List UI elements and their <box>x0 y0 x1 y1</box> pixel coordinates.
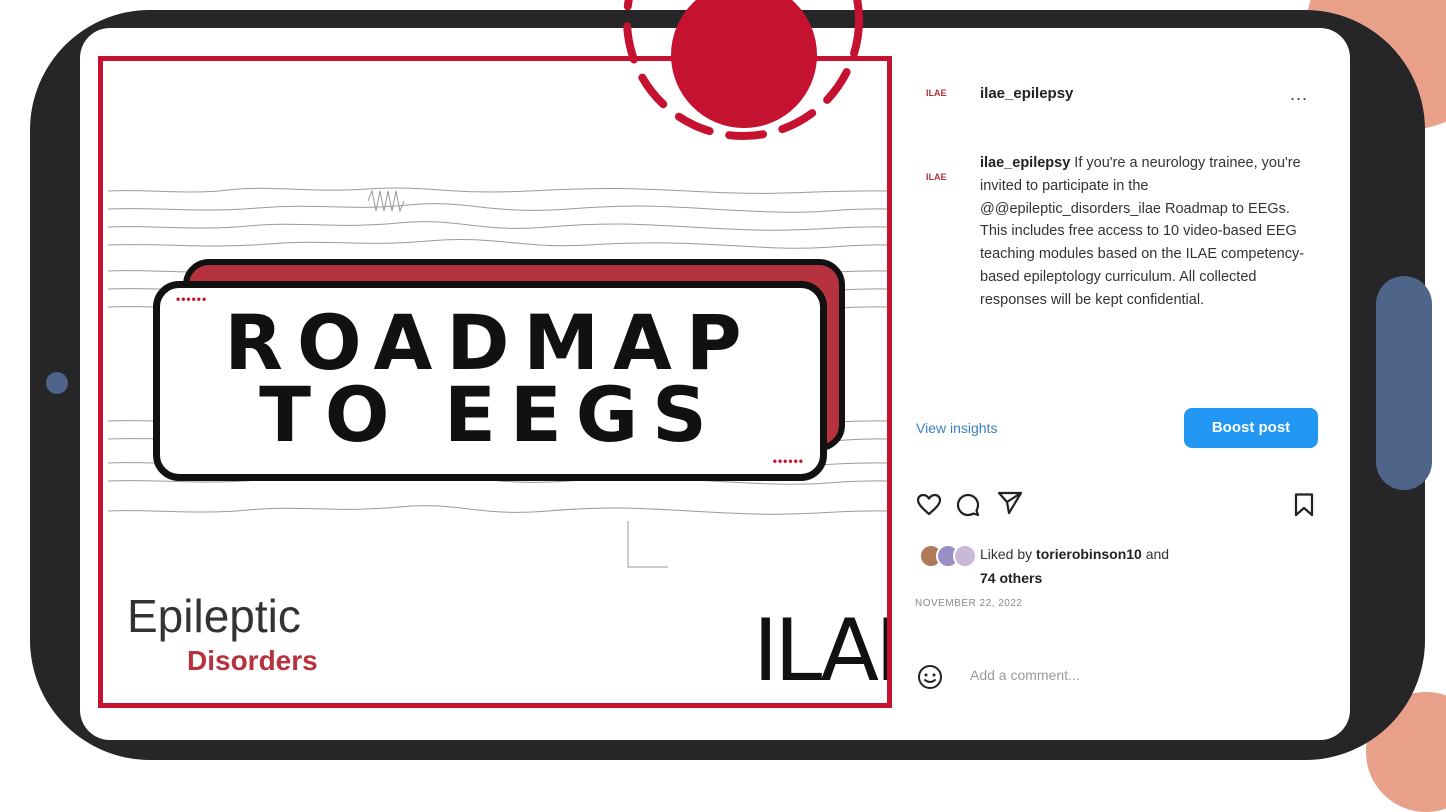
comment-input[interactable]: Add a comment... <box>970 667 1080 683</box>
caption-avatar[interactable]: ILAE <box>926 172 956 192</box>
share-icon[interactable] <box>997 490 1023 516</box>
more-options-button[interactable]: ... <box>1290 84 1308 105</box>
caption-username[interactable]: ilae_epilepsy <box>980 155 1070 171</box>
title-line-2: TO EEGS <box>259 370 721 459</box>
caption-text: If you're a neurology trainee, you're in… <box>980 155 1305 308</box>
camera-dot <box>46 372 68 394</box>
post-caption: ilae_epilepsy If you're a neurology trai… <box>980 152 1310 312</box>
disorders-logo-text: Disorders <box>187 645 318 676</box>
avatar[interactable]: ILAE <box>926 88 956 108</box>
likes-suffix: and <box>1141 546 1170 562</box>
view-insights-link[interactable]: View insights <box>916 420 997 436</box>
likes-others[interactable]: 74 others <box>980 570 1042 586</box>
likes-summary: Liked by torierobinson10 and 74 others <box>980 542 1169 590</box>
post-date: NOVEMBER 22, 2022 <box>915 598 1023 609</box>
epileptic-logo-text: Epileptic <box>127 590 301 642</box>
boost-post-button[interactable]: Boost post <box>1184 408 1318 448</box>
comment-row: Add a comment... <box>916 663 1316 691</box>
heart-icon[interactable] <box>916 492 942 518</box>
liker-avatars <box>919 544 977 568</box>
side-button <box>1376 276 1432 490</box>
likes-prefix: Liked by <box>980 546 1037 562</box>
dots-decoration-bottom: •••••• <box>772 454 804 468</box>
ilae-logo: ILAE <box>753 601 887 701</box>
title-banner: •••••• ROADMAP TO EEGS •••••• <box>153 281 827 481</box>
post-username[interactable]: ilae_epilepsy <box>980 85 1073 102</box>
emoji-icon[interactable] <box>916 663 944 691</box>
liker-username[interactable]: torierobinson10 <box>1036 546 1142 562</box>
comment-icon[interactable] <box>955 492 981 518</box>
bookmark-icon[interactable] <box>1291 492 1317 518</box>
